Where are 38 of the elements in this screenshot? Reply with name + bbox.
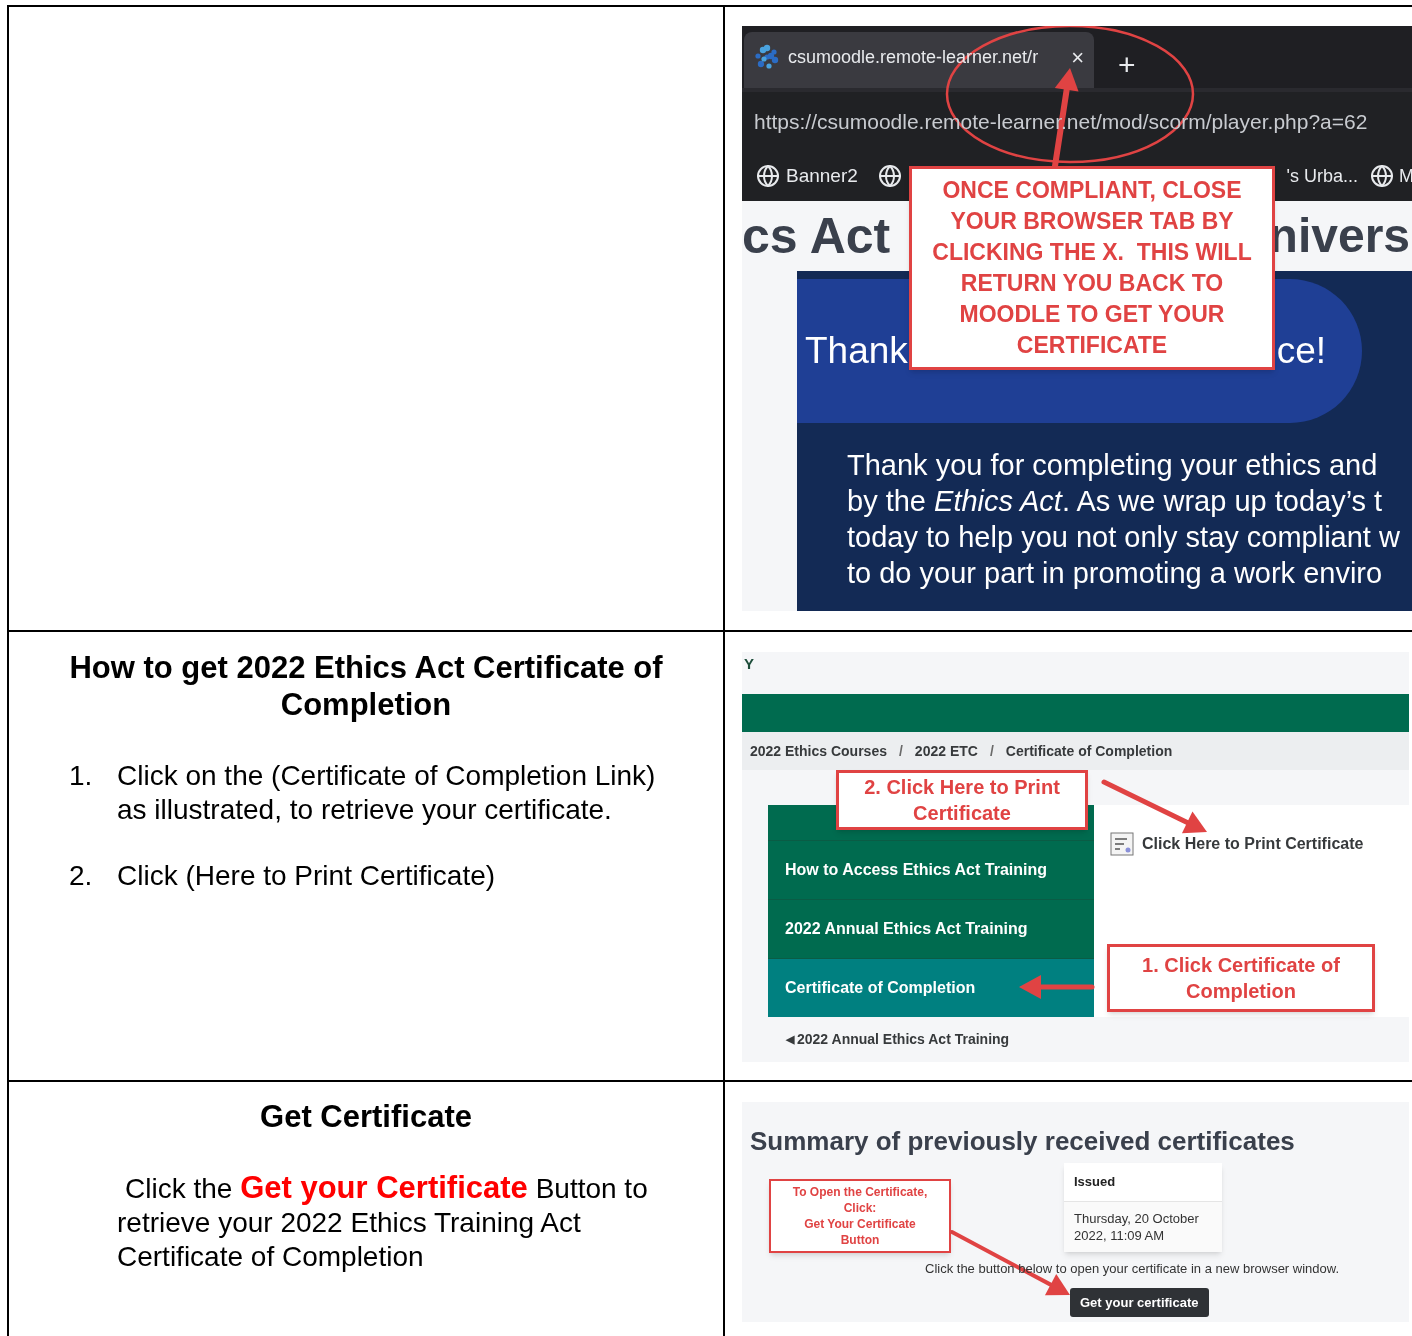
new-tab-button[interactable]: +: [1118, 50, 1136, 80]
table-header: Issued: [1064, 1163, 1222, 1202]
breadcrumb-separator: /: [989, 741, 994, 761]
bookmark-label[interactable]: Banner2: [786, 161, 858, 191]
page-heading: cs Act: [742, 206, 891, 266]
bookmark-label[interactable]: 's Urba...: [1286, 162, 1358, 190]
step-number: 1.: [69, 759, 94, 793]
nav-item[interactable]: Certificate of Completion: [768, 958, 1094, 1017]
callout-box: 2. Click Here to Print Certificate: [836, 770, 1088, 830]
breadcrumb-link[interactable]: 2022 Ethics Courses: [750, 740, 887, 762]
bookmark-label[interactable]: M: [1399, 162, 1412, 190]
table-cell: Thursday, 20 October 2022, 11:09 AM: [1064, 1201, 1222, 1252]
callout-box: ONCE COMPLIANT, CLOSE YOUR BROWSER TAB BY CLICKING THE X. THIS WILL RETURN YOU BACK TO MOODLE TO GET YOUR CERTIFICATE: [909, 166, 1275, 370]
callout-box: To Open the Certificate, Click: Get Your Certificate Button: [769, 1179, 951, 1253]
previous-activity-link[interactable]: 2022 Annual Ethics Act Training: [797, 1029, 1010, 1050]
step-number: 2.: [69, 859, 94, 893]
step-text: Click on the (Certificate of Completion Link) as illustrated, to retrieve your certificate.: [117, 759, 657, 827]
banner-text: ce!: [1276, 329, 1326, 374]
breadcrumb-separator: /: [898, 741, 903, 761]
tab-close-button[interactable]: ×: [1071, 40, 1084, 74]
instruction-paragraph: Click the Get your Certificate Button to retrieve your 2022 Ethics Training Act Certificate of Completion: [116, 1171, 649, 1274]
get-certificate-button[interactable]: Get your certificate: [1070, 1287, 1209, 1317]
back-arrow: ◀: [786, 1032, 794, 1048]
callout-box: 1. Click Certificate of Completion: [1107, 944, 1375, 1012]
body-text-line: by the Ethics Act. As we wrap up today’s t: [847, 484, 1384, 519]
instruction-text: Click the button below to open your certificate in a new browser window.: [925, 1260, 1340, 1276]
breadcrumb-link[interactable]: 2022 ETC: [914, 740, 978, 762]
print-certificate-link[interactable]: Click Here to Print Certificate: [1142, 832, 1364, 856]
step-text: Click (Here to Print Certificate): [117, 859, 496, 893]
body-text-line: to do your part in promoting a work enviro: [847, 556, 1384, 591]
banner-text: Thank: [805, 329, 908, 374]
section-title: How to get 2022 Ethics Act Certificate of Completion: [68, 649, 664, 723]
logo-letter: Y: [744, 655, 754, 672]
body-text-line: Thank you for completing your ethics and: [847, 448, 1379, 483]
section-title: Get Certificate: [259, 1098, 473, 1135]
breadcrumb-link[interactable]: Certificate of Completion: [1005, 740, 1173, 762]
body-text-line: today to help you not only stay compliant w: [847, 520, 1401, 555]
page-heading: Summary of previously received certificates: [750, 1126, 1295, 1156]
